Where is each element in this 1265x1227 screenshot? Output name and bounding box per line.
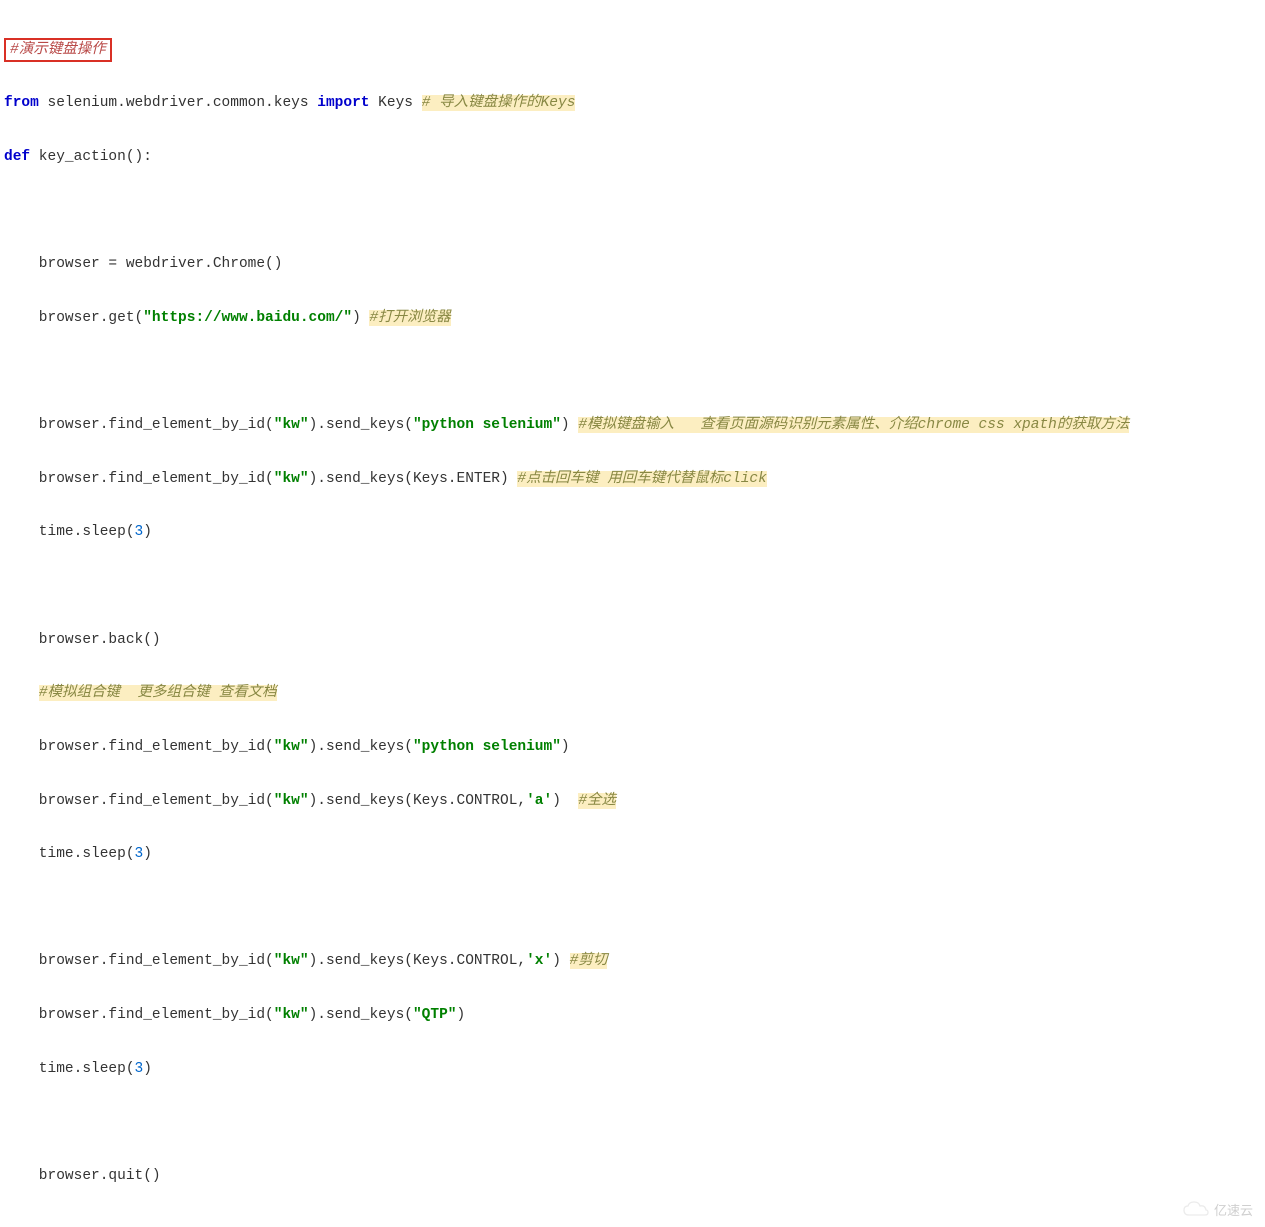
comment-title: #演示键盘操作 [10,42,106,58]
line-sleep2-pre: time.sleep( [4,846,135,862]
line-send2-kw: "kw" [274,471,309,487]
line-send6-kw: "kw" [274,1007,309,1023]
line-get-pre: browser.get( [4,310,143,326]
line-send3-kw: "kw" [274,739,309,755]
line-sleep1-pre: time.sleep( [4,524,135,540]
kw-def: def [4,149,30,165]
line-send5-pre: browser.find_element_by_id( [4,953,274,969]
line-get-post: ) [352,310,369,326]
line-combo-cmt: #模拟组合键 更多组合键 查看文档 [39,685,277,701]
line-send5-post: ) [552,953,569,969]
line-send4-pre: browser.find_element_by_id( [4,793,274,809]
import-module: selenium.webdriver.common.keys [39,95,317,111]
line-back: browser.back() [4,632,161,648]
line-send2-pre: browser.find_element_by_id( [4,471,274,487]
line-sleep2-post: ) [143,846,152,862]
import-comment: # 导入键盘操作的Keys [422,95,576,111]
line-send3-mid: ).send_keys( [309,739,413,755]
line-send1-kw: "kw" [274,417,309,433]
line-send2-cmt: #点击回车键 用回车键代替鼠标click [517,471,766,487]
line-sleep3-post: ) [143,1061,152,1077]
line-send4-val: 'a' [526,793,552,809]
line-send6-val: "QTP" [413,1007,457,1023]
line-send1-post: ) [561,417,578,433]
line-send1-mid: ).send_keys( [309,417,413,433]
line-send1-pre: browser.find_element_by_id( [4,417,274,433]
line-send4-post: ) [552,793,578,809]
line-send3-post: ) [561,739,570,755]
line-send4-mid: ).send_keys(Keys.CONTROL, [309,793,527,809]
line-get-url: "https://www.baidu.com/" [143,310,352,326]
line-send6-mid: ).send_keys( [309,1007,413,1023]
line-sleep1-post: ) [143,524,152,540]
line-sleep2-num: 3 [135,846,144,862]
line-sleep3-num: 3 [135,1061,144,1077]
line-browser-assign: browser = webdriver.Chrome() [4,256,282,272]
def-name: key_action(): [30,149,152,165]
import-name: Keys [369,95,421,111]
line-send5-val: 'x' [526,953,552,969]
line-send6-post: ) [457,1007,466,1023]
line-quit: browser.quit() [4,1168,161,1184]
line-get-cmt: #打开浏览器 [369,310,450,326]
kw-from: from [4,95,39,111]
line-send1-cmt: #模拟键盘输入 查看页面源码识别元素属性、介绍chrome css xpath的… [578,417,1129,433]
line-send5-kw: "kw" [274,953,309,969]
line-send3-pre: browser.find_element_by_id( [4,739,274,755]
line-send4-kw: "kw" [274,793,309,809]
line-send6-pre: browser.find_element_by_id( [4,1007,274,1023]
line-send5-mid: ).send_keys(Keys.CONTROL, [309,953,527,969]
line-sleep1-num: 3 [135,524,144,540]
code-block: #演示键盘操作 from selenium.webdriver.common.k… [0,0,1265,1227]
line-send1-val: "python selenium" [413,417,561,433]
line-send4-cmt: #全选 [578,793,616,809]
line-sleep3-pre: time.sleep( [4,1061,135,1077]
line-send3-val: "python selenium" [413,739,561,755]
line-send5-cmt: #剪切 [570,953,608,969]
line-send2-mid: ).send_keys(Keys.ENTER) [309,471,518,487]
kw-import: import [317,95,369,111]
